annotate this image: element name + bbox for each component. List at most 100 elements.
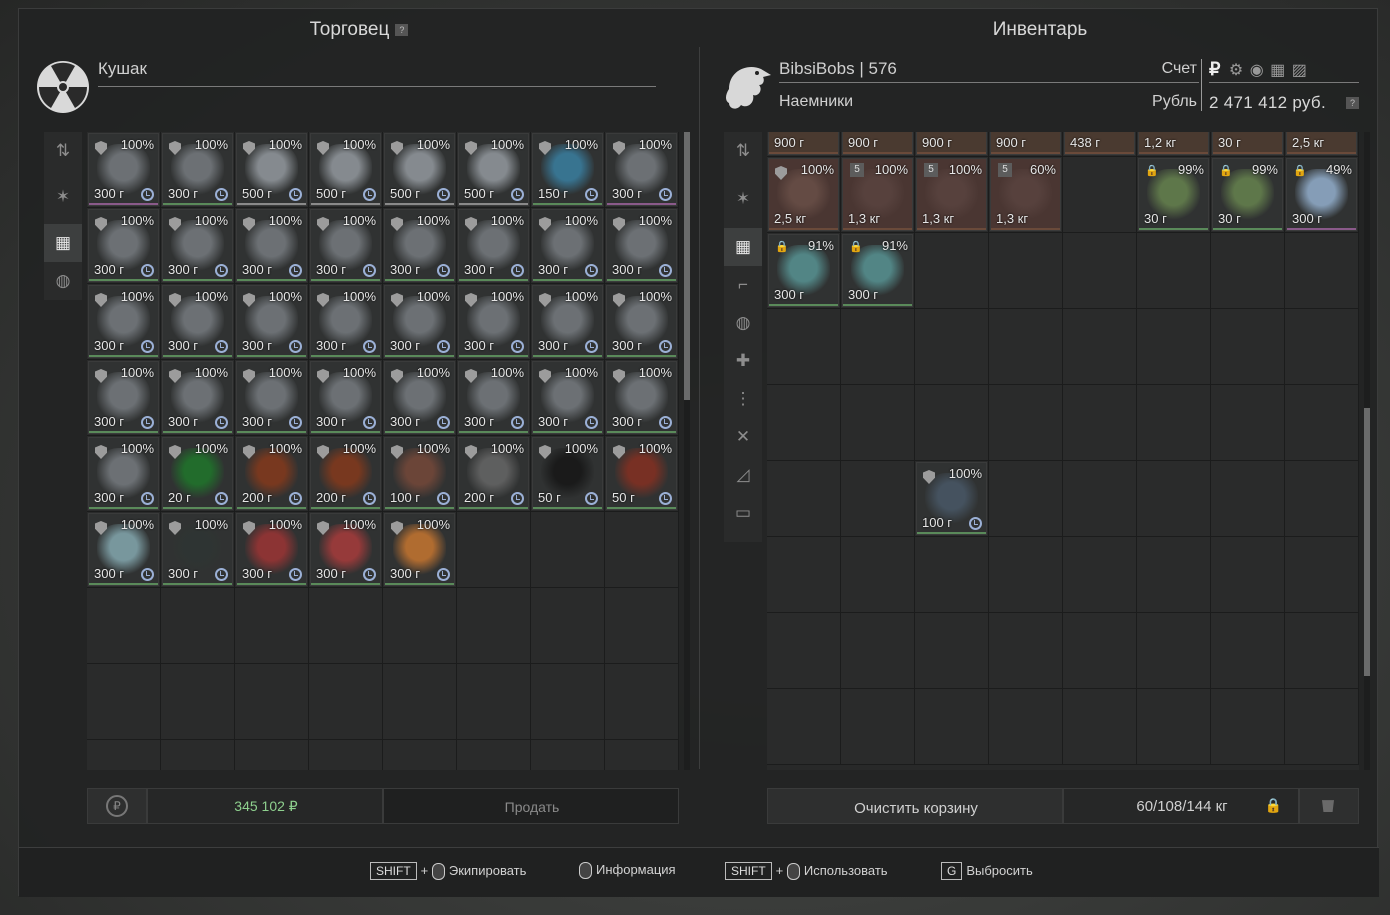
tools-filter-icon[interactable]: ✕ <box>724 418 762 456</box>
item-slot[interactable]: 900 г <box>916 132 987 155</box>
item-slot[interactable]: 🔒 91% 300 г <box>842 234 913 307</box>
artifact-filter-icon[interactable]: ✶ <box>44 178 82 216</box>
inventory-scrollbar[interactable] <box>1364 132 1370 770</box>
item-slot[interactable]: 438 г <box>1064 132 1135 155</box>
item-slot[interactable]: 100% 300 г <box>458 209 529 282</box>
coin-currency-icon[interactable]: ◉ <box>1250 62 1264 79</box>
item-slot[interactable]: 900 г <box>768 132 839 155</box>
item-slot[interactable]: 100% 300 г <box>310 361 381 434</box>
money-help-button[interactable]: ? <box>1346 97 1359 109</box>
all-items-grid-icon[interactable]: ▦ <box>44 224 82 262</box>
weapon-filter-icon[interactable]: ⌐ <box>724 266 762 304</box>
item-slot[interactable]: 100% 300 г <box>236 285 307 358</box>
item-slot[interactable]: 900 г <box>990 132 1061 155</box>
item-slot[interactable]: 100% 150 г <box>532 133 603 206</box>
ruler-filter-icon[interactable]: ◿ <box>724 456 762 494</box>
item-slot[interactable]: 100% 300 г <box>88 361 159 434</box>
item-slot[interactable]: 100% 300 г <box>88 133 159 206</box>
item-slot[interactable]: 100% 300 г <box>236 209 307 282</box>
goods-currency-icon[interactable]: ▦ <box>1270 62 1285 79</box>
item-slot[interactable]: 100% 300 г <box>458 361 529 434</box>
item-slot[interactable]: 100% 300 г <box>384 361 455 434</box>
item-price: 300 г <box>390 338 421 353</box>
item-slot[interactable]: 🔒 49% 300 г <box>1286 158 1357 231</box>
item-slot[interactable]: 100% 100 г <box>384 437 455 510</box>
item-slot[interactable]: 100% 300 г <box>162 285 233 358</box>
rarity-underline <box>991 228 1060 230</box>
item-slot[interactable]: 100% 500 г <box>310 133 381 206</box>
inv-artifact-filter-icon[interactable]: ✶ <box>724 180 762 218</box>
item-slot[interactable]: 100% 300 г <box>606 209 677 282</box>
item-price: 2,5 кг <box>774 211 807 226</box>
item-slot[interactable]: 100% 300 г <box>310 209 381 282</box>
clear-cart-button[interactable]: Очистить корзину <box>767 788 1063 824</box>
item-slot[interactable]: 100% 500 г <box>458 133 529 206</box>
item-slot[interactable]: 100% 300 г <box>88 437 159 510</box>
sphere-filter-icon[interactable]: ◍ <box>44 262 82 300</box>
item-slot[interactable]: 100% 200 г <box>310 437 381 510</box>
trader-scroll-thumb[interactable] <box>684 132 690 400</box>
inventory-grid-cell <box>841 537 915 613</box>
item-slot[interactable]: 100% 300 г <box>310 285 381 358</box>
item-slot[interactable]: 100% 300 г <box>606 361 677 434</box>
item-slot[interactable]: 100% 300 г <box>606 133 677 206</box>
item-slot[interactable]: 100% 300 г <box>532 361 603 434</box>
inv-all-items-grid-icon[interactable]: ▦ <box>724 228 762 266</box>
inventory-scroll-thumb[interactable] <box>1364 408 1370 676</box>
item-slot[interactable]: 100% 20 г <box>162 437 233 510</box>
item-slot[interactable]: 100% 300 г <box>310 513 381 586</box>
trader-help-button[interactable]: ? <box>395 23 409 36</box>
item-slot[interactable]: 100% 200 г <box>236 437 307 510</box>
item-slot[interactable]: 100% 50 г <box>606 437 677 510</box>
trader-scrollbar[interactable] <box>684 132 690 770</box>
item-slot[interactable]: 100% 300 г <box>384 285 455 358</box>
item-slot[interactable]: 900 г <box>842 132 913 155</box>
item-slot[interactable]: 1,2 кг <box>1138 132 1209 155</box>
item-slot[interactable]: 100% 300 г <box>384 513 455 586</box>
item-slot[interactable]: 100% 300 г <box>458 285 529 358</box>
item-slot[interactable]: 🔒 99% 30 г <box>1212 158 1283 231</box>
trash-button[interactable] <box>1299 788 1359 824</box>
item-slot[interactable]: 100% 200 г <box>458 437 529 510</box>
item-slot[interactable]: 100% 2,5 кг <box>768 158 839 231</box>
inv-sort-icon[interactable]: ⇅ <box>724 132 762 170</box>
item-slot[interactable]: 100% 500 г <box>236 133 307 206</box>
armor-filter-icon[interactable]: ◍ <box>724 304 762 342</box>
sell-button[interactable]: Продать <box>383 788 679 824</box>
item-slot[interactable]: 30 г <box>1212 132 1283 155</box>
item-slot[interactable]: 100% 300 г <box>236 361 307 434</box>
item-slot[interactable]: 100% 300 г <box>162 513 233 586</box>
clock-icon <box>141 416 154 429</box>
item-slot[interactable]: 100% 300 г <box>162 133 233 206</box>
item-slot[interactable]: 100% 50 г <box>532 437 603 510</box>
weight-lock-icon[interactable]: 🔒 <box>1265 797 1282 814</box>
item-slot[interactable]: 100% 300 г <box>88 285 159 358</box>
item-slot[interactable]: 100% 300 г <box>88 209 159 282</box>
item-slot[interactable]: 100% 300 г <box>606 285 677 358</box>
item-slot[interactable]: 100% 300 г <box>532 209 603 282</box>
item-slot[interactable]: 5 100% 1,3 кг <box>842 158 913 231</box>
box-filter-icon[interactable]: ▭ <box>724 494 762 532</box>
item-slot[interactable]: 100% 300 г <box>236 513 307 586</box>
item-slot[interactable]: 100% 300 г <box>384 209 455 282</box>
item-slot[interactable]: 100% 300 г <box>88 513 159 586</box>
item-slot[interactable]: 100% 300 г <box>532 285 603 358</box>
item-slot[interactable]: 100% 300 г <box>162 361 233 434</box>
clock-icon <box>511 416 524 429</box>
item-condition: 100% <box>490 213 524 228</box>
ruble-currency-icon[interactable]: ₽ <box>1209 59 1220 79</box>
item-slot[interactable]: 5 100% 1,3 кг <box>916 158 987 231</box>
item-slot[interactable]: 🔒 91% 300 г <box>768 234 839 307</box>
item-slot[interactable]: 100% 500 г <box>384 133 455 206</box>
sort-icon[interactable]: ⇅ <box>44 132 82 170</box>
ammo-filter-icon[interactable]: ⋮ <box>724 380 762 418</box>
currency-toggle-button[interactable]: ₽ <box>87 788 147 824</box>
token-currency-icon[interactable]: ▨ <box>1292 62 1307 79</box>
item-slot[interactable]: 100% 100 г <box>916 462 987 535</box>
item-slot[interactable]: 5 60% 1,3 кг <box>990 158 1061 231</box>
item-slot[interactable]: 🔒 99% 30 г <box>1138 158 1209 231</box>
gear-currency-icon[interactable]: ⚙ <box>1229 62 1243 79</box>
item-slot[interactable]: 2,5 кг <box>1286 132 1357 155</box>
item-slot[interactable]: 100% 300 г <box>162 209 233 282</box>
medkit-filter-icon[interactable]: ✚ <box>724 342 762 380</box>
